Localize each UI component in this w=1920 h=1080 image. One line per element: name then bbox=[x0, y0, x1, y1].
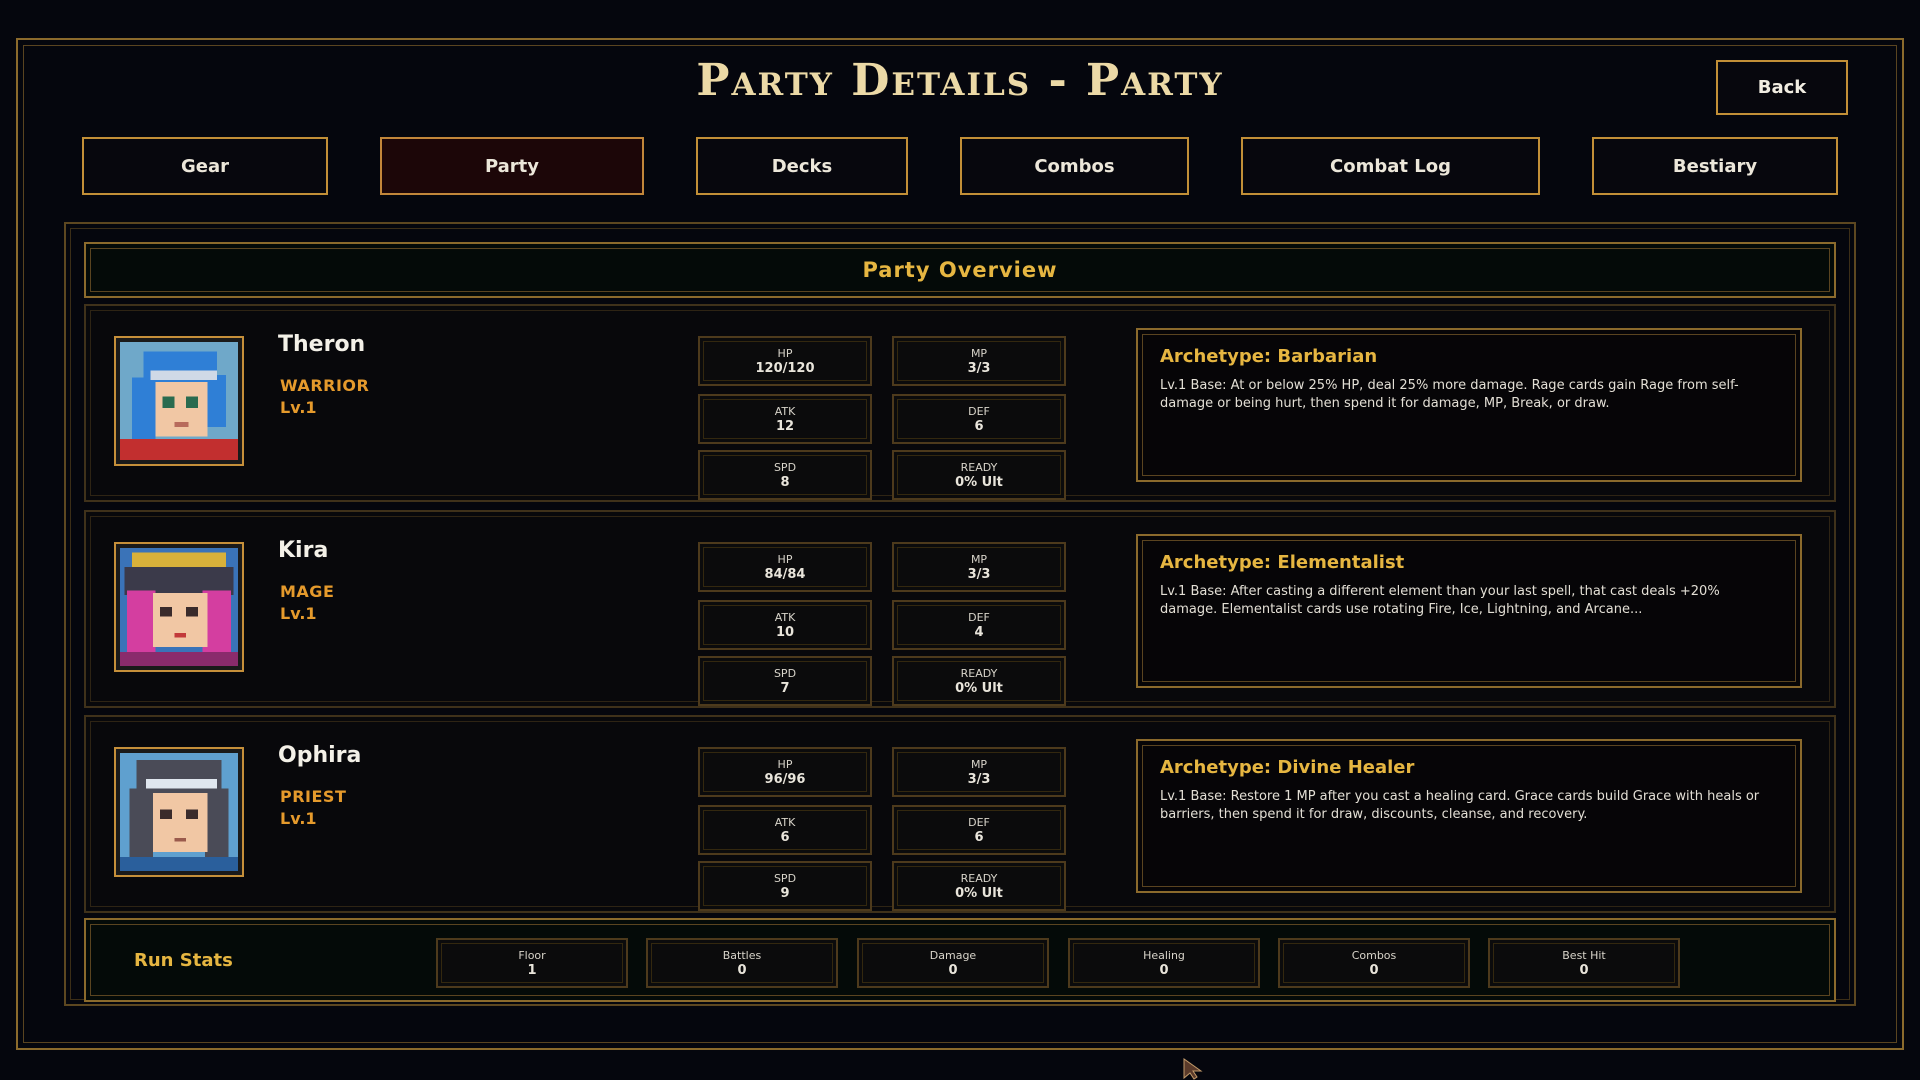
stat-ready: READY 0% Ult bbox=[892, 861, 1066, 911]
tab-combos[interactable]: Combos bbox=[960, 137, 1189, 195]
stat-def: DEF 6 bbox=[892, 805, 1066, 855]
page-title: Party Details - Party bbox=[696, 55, 1224, 106]
archetype-description: Lv.1 Base: Restore 1 MP after you cast a… bbox=[1160, 789, 1760, 822]
stat-atk: ATK 6 bbox=[698, 805, 872, 855]
run-stat-combos: Combos 0 bbox=[1278, 938, 1470, 988]
run-stat-floor: Floor 1 bbox=[436, 938, 628, 988]
archetype-box: Archetype: Divine Healer Lv.1 Base: Rest… bbox=[1136, 739, 1802, 893]
run-stat-damage: Damage 0 bbox=[857, 938, 1049, 988]
stat-mp: MP 3/3 bbox=[892, 542, 1066, 592]
stat-mp: MP 3/3 bbox=[892, 336, 1066, 386]
archetype-description: Lv.1 Base: After casting a different ele… bbox=[1160, 584, 1720, 617]
archetype-title: Archetype: Divine Healer bbox=[1160, 757, 1415, 778]
stat-atk: ATK 12 bbox=[698, 394, 872, 444]
stat-ready: READY 0% Ult bbox=[892, 656, 1066, 706]
archetype-box: Archetype: Elementalist Lv.1 Base: After… bbox=[1136, 534, 1802, 688]
stat-spd: SPD 7 bbox=[698, 656, 872, 706]
stat-hp: HP 84/84 bbox=[698, 542, 872, 592]
stat-ready: READY 0% Ult bbox=[892, 450, 1066, 500]
member-level: Lv.1 bbox=[280, 398, 317, 417]
member-name: Kira bbox=[278, 538, 329, 563]
archetype-title: Archetype: Elementalist bbox=[1160, 552, 1405, 573]
warrior-portrait-icon bbox=[114, 336, 244, 466]
stat-spd: SPD 9 bbox=[698, 861, 872, 911]
member-name: Ophira bbox=[278, 743, 362, 768]
member-name: Theron bbox=[278, 332, 366, 357]
run-stats-bar: Run Stats Floor 1 Battles 0 Damage 0 Healin… bbox=[84, 918, 1836, 1002]
member-class: PRIEST bbox=[280, 787, 347, 806]
party-member-card[interactable]: Theron WARRIOR Lv.1 HP 120/120 MP 3/3 ATK 1… bbox=[84, 304, 1836, 502]
tab-party[interactable]: Party bbox=[380, 137, 644, 195]
stat-mp: MP 3/3 bbox=[892, 747, 1066, 797]
stat-hp: HP 120/120 bbox=[698, 336, 872, 386]
run-stat-best-hit: Best Hit 0 bbox=[1488, 938, 1680, 988]
mouse-pointer-icon bbox=[1183, 1058, 1205, 1080]
run-stat-battles: Battles 0 bbox=[646, 938, 838, 988]
tab-decks[interactable]: Decks bbox=[696, 137, 908, 195]
run-stats-label: Run Stats bbox=[134, 950, 233, 971]
stat-def: DEF 6 bbox=[892, 394, 1066, 444]
member-class: WARRIOR bbox=[280, 376, 370, 395]
member-level: Lv.1 bbox=[280, 604, 317, 623]
member-class: MAGE bbox=[280, 582, 335, 601]
mage-portrait-icon bbox=[114, 542, 244, 672]
party-member-card[interactable]: Ophira PRIEST Lv.1 HP 96/96 MP 3/3 ATK 6 DE… bbox=[84, 715, 1836, 913]
stat-atk: ATK 10 bbox=[698, 600, 872, 650]
run-stat-healing: Healing 0 bbox=[1068, 938, 1260, 988]
stat-def: DEF 4 bbox=[892, 600, 1066, 650]
member-level: Lv.1 bbox=[280, 809, 317, 828]
back-button[interactable]: Back bbox=[1716, 60, 1848, 115]
party-overview-header: Party Overview bbox=[84, 242, 1836, 298]
tab-bestiary[interactable]: Bestiary bbox=[1592, 137, 1838, 195]
priest-portrait-icon bbox=[114, 747, 244, 877]
archetype-title: Archetype: Barbarian bbox=[1160, 346, 1378, 367]
tab-combat-log[interactable]: Combat Log bbox=[1241, 137, 1540, 195]
stat-hp: HP 96/96 bbox=[698, 747, 872, 797]
stat-spd: SPD 8 bbox=[698, 450, 872, 500]
tab-gear[interactable]: Gear bbox=[82, 137, 328, 195]
archetype-description: Lv.1 Base: At or below 25% HP, deal 25% … bbox=[1160, 378, 1739, 411]
archetype-box: Archetype: Barbarian Lv.1 Base: At or be… bbox=[1136, 328, 1802, 482]
party-member-card[interactable]: Kira MAGE Lv.1 HP 84/84 MP 3/3 ATK 10 DEF 4 … bbox=[84, 510, 1836, 708]
